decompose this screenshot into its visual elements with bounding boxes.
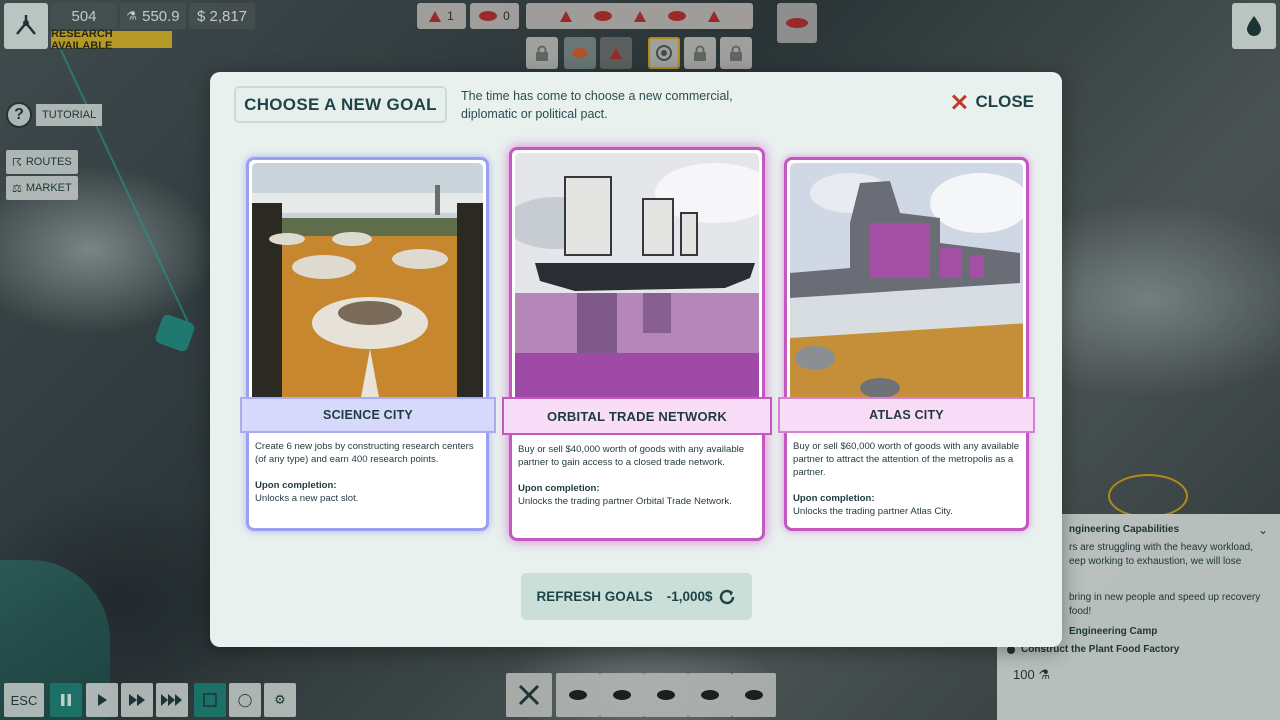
card-completion-text: Unlocks a new pact slot.	[255, 493, 359, 504]
close-button[interactable]: CLOSE	[952, 92, 1034, 112]
card-title: SCIENCE CITY	[240, 397, 496, 433]
card-completion-label: Upon completion:	[518, 483, 600, 494]
goal-card-science-city[interactable]: SCIENCE CITY Create 6 new jobs by constr…	[240, 157, 496, 531]
card-completion-label: Upon completion:	[793, 493, 875, 504]
card-description: Buy or sell $40,000 worth of goods with …	[518, 444, 745, 468]
refresh-goals-button[interactable]: REFRESH GOALS -1,000$	[521, 573, 752, 620]
card-completion-text: Unlocks the trading partner Orbital Trad…	[518, 496, 732, 507]
refresh-icon	[719, 589, 734, 604]
goal-card-orbital-trade-network[interactable]: ORBITAL TRADE NETWORK Buy or sell $40,00…	[502, 147, 772, 541]
card-completion-label: Upon completion:	[255, 480, 337, 491]
card-completion-text: Unlocks the trading partner Atlas City.	[793, 506, 953, 517]
orbital-trade-illustration	[515, 153, 759, 401]
science-city-illustration	[252, 163, 483, 403]
refresh-cost: -1,000$	[666, 589, 713, 604]
card-description: Create 6 new jobs by constructing resear…	[255, 441, 474, 465]
card-description: Buy or sell $60,000 worth of goods with …	[793, 441, 1020, 478]
goal-card-atlas-city[interactable]: ATLAS CITY Buy or sell $60,000 worth of …	[778, 157, 1035, 531]
card-title: ATLAS CITY	[778, 397, 1035, 433]
choose-goal-dialog: CHOOSE A NEW GOAL The time has come to c…	[210, 72, 1062, 647]
card-body: Buy or sell $60,000 worth of goods with …	[793, 440, 1023, 518]
card-title: ORBITAL TRADE NETWORK	[502, 397, 772, 435]
card-body: Create 6 new jobs by constructing resear…	[255, 440, 483, 505]
dialog-title: CHOOSE A NEW GOAL	[234, 86, 447, 123]
dialog-description: The time has come to choose a new commer…	[461, 89, 733, 121]
card-body: Buy or sell $40,000 worth of goods with …	[518, 443, 758, 508]
close-icon	[952, 95, 966, 109]
atlas-city-illustration	[790, 163, 1023, 403]
close-label: CLOSE	[975, 92, 1034, 111]
refresh-label: REFRESH GOALS	[536, 589, 653, 604]
